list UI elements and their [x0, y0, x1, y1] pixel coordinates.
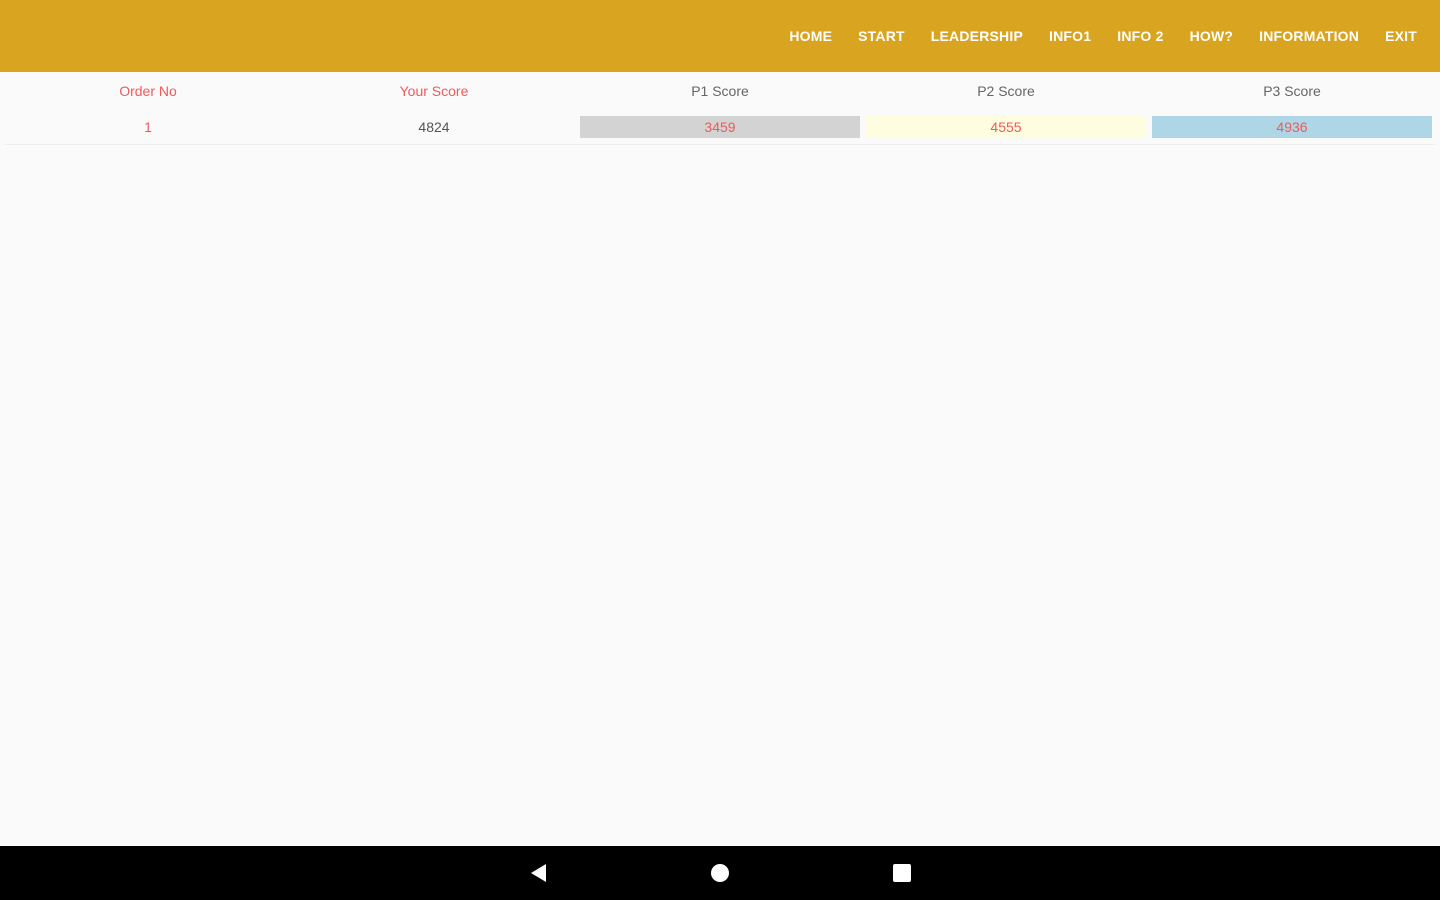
- header-p1-score: P1 Score: [691, 83, 749, 99]
- menu-info1[interactable]: INFO1: [1036, 0, 1104, 72]
- cell-order-no: 1: [144, 119, 152, 135]
- cell-your-score: 4824: [418, 119, 450, 135]
- content-area: Order No Your Score P1 Score P2 Score P3…: [0, 72, 1440, 846]
- header-order-no: Order No: [119, 83, 177, 99]
- table-row: 1 4824 3459 4555 4936: [5, 110, 1435, 145]
- home-button[interactable]: [705, 858, 735, 888]
- recents-icon: [893, 864, 911, 882]
- back-icon: [531, 864, 546, 882]
- header-your-score: Your Score: [399, 83, 469, 99]
- menu-info2[interactable]: INFO 2: [1104, 0, 1176, 72]
- home-icon: [711, 864, 729, 882]
- menu-information[interactable]: INFORMATION: [1246, 0, 1372, 72]
- cell-p1-score: 3459: [580, 116, 860, 138]
- cell-p2-score: 4555: [866, 116, 1146, 138]
- system-nav-bar: [0, 846, 1440, 900]
- back-button[interactable]: [523, 858, 553, 888]
- menu-how[interactable]: HOW?: [1177, 0, 1247, 72]
- header-p3-score: P3 Score: [1263, 83, 1321, 99]
- menu-exit[interactable]: EXIT: [1372, 0, 1430, 72]
- score-table: Order No Your Score P1 Score P2 Score P3…: [5, 72, 1435, 145]
- recents-button[interactable]: [887, 858, 917, 888]
- header-p2-score: P2 Score: [977, 83, 1035, 99]
- app-bar: HOME START LEADERSHIP INFO1 INFO 2 HOW? …: [0, 0, 1440, 72]
- menu-leadership[interactable]: LEADERSHIP: [918, 0, 1036, 72]
- table-header-row: Order No Your Score P1 Score P2 Score P3…: [5, 72, 1435, 110]
- menu-start[interactable]: START: [845, 0, 918, 72]
- app-root: HOME START LEADERSHIP INFO1 INFO 2 HOW? …: [0, 0, 1440, 900]
- menu-home[interactable]: HOME: [776, 0, 845, 72]
- cell-p3-score: 4936: [1152, 116, 1432, 138]
